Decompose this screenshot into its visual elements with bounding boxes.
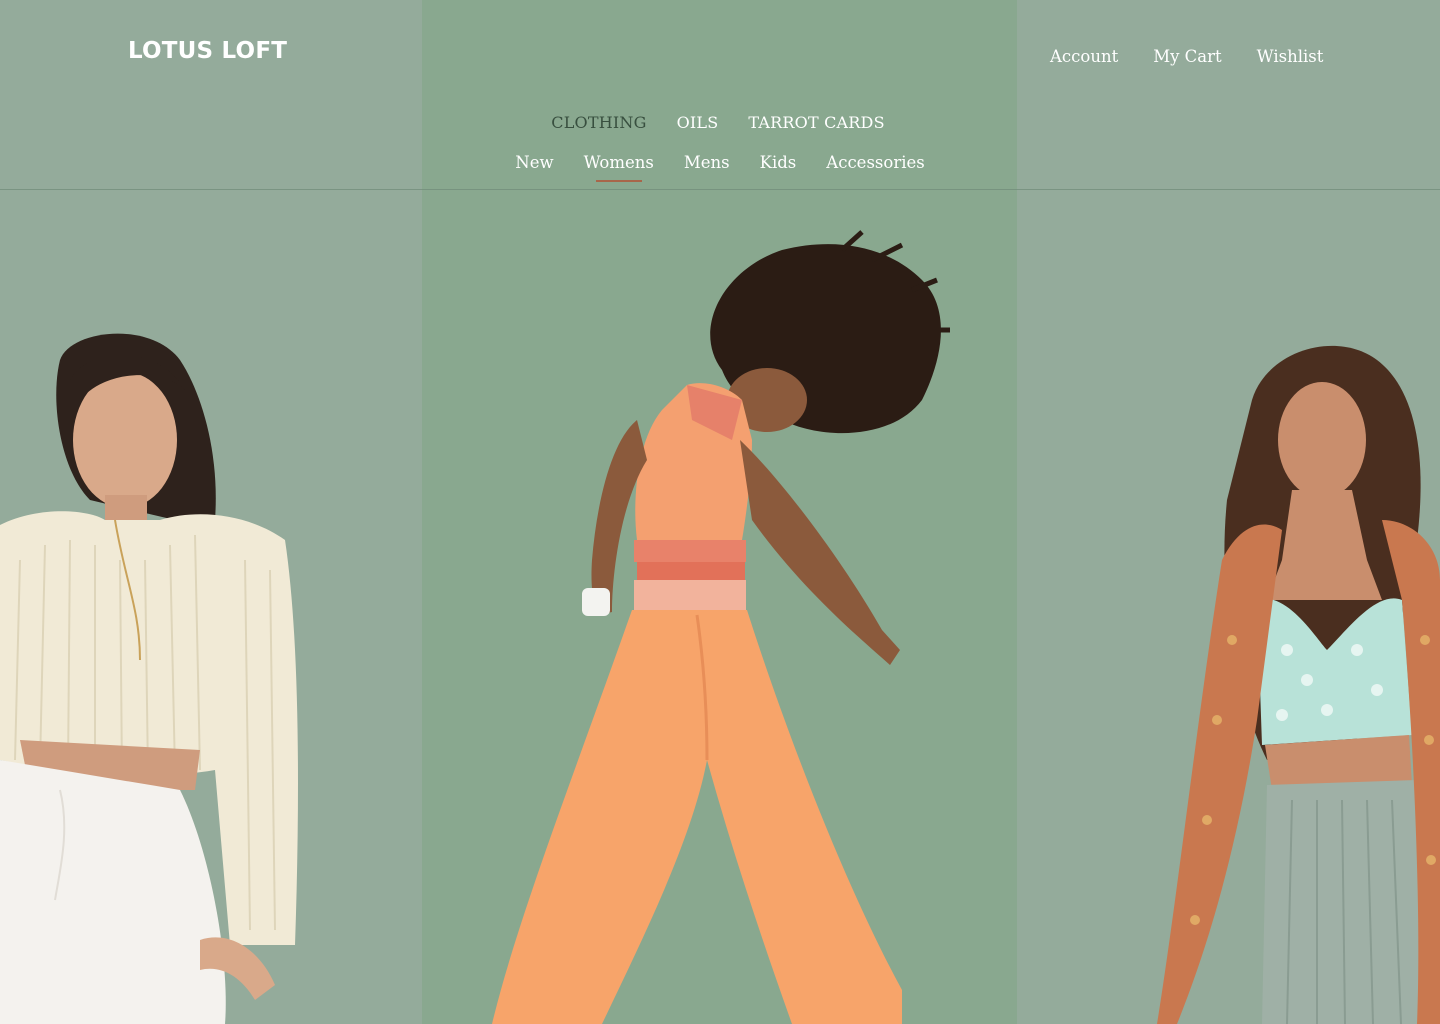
subnav-womens[interactable]: Womens <box>584 153 654 172</box>
category-tarrot-cards[interactable]: TARROT CARDS <box>748 113 884 132</box>
my-cart-link[interactable]: My Cart <box>1153 47 1221 66</box>
brand-logo[interactable]: LOTUS LOFT <box>128 38 287 64</box>
landing-page: LOTUS LOFT Account My Cart Wishlist CLOT… <box>0 0 1440 1024</box>
account-link[interactable]: Account <box>1050 47 1118 66</box>
subnav-kids[interactable]: Kids <box>760 153 797 172</box>
category-clothing[interactable]: CLOTHING <box>551 113 646 132</box>
account-nav: Account My Cart Wishlist <box>1050 47 1323 66</box>
subnav-mens[interactable]: Mens <box>684 153 730 172</box>
sub-nav: New Womens Mens Kids Accessories <box>0 153 1440 172</box>
category-nav: CLOTHING OILS TARROT CARDS <box>0 113 1440 132</box>
subnav-accessories[interactable]: Accessories <box>826 153 924 172</box>
category-oils[interactable]: OILS <box>677 113 719 132</box>
wishlist-link[interactable]: Wishlist <box>1257 47 1324 66</box>
header-divider <box>0 189 1440 190</box>
subnav-new[interactable]: New <box>515 153 553 172</box>
